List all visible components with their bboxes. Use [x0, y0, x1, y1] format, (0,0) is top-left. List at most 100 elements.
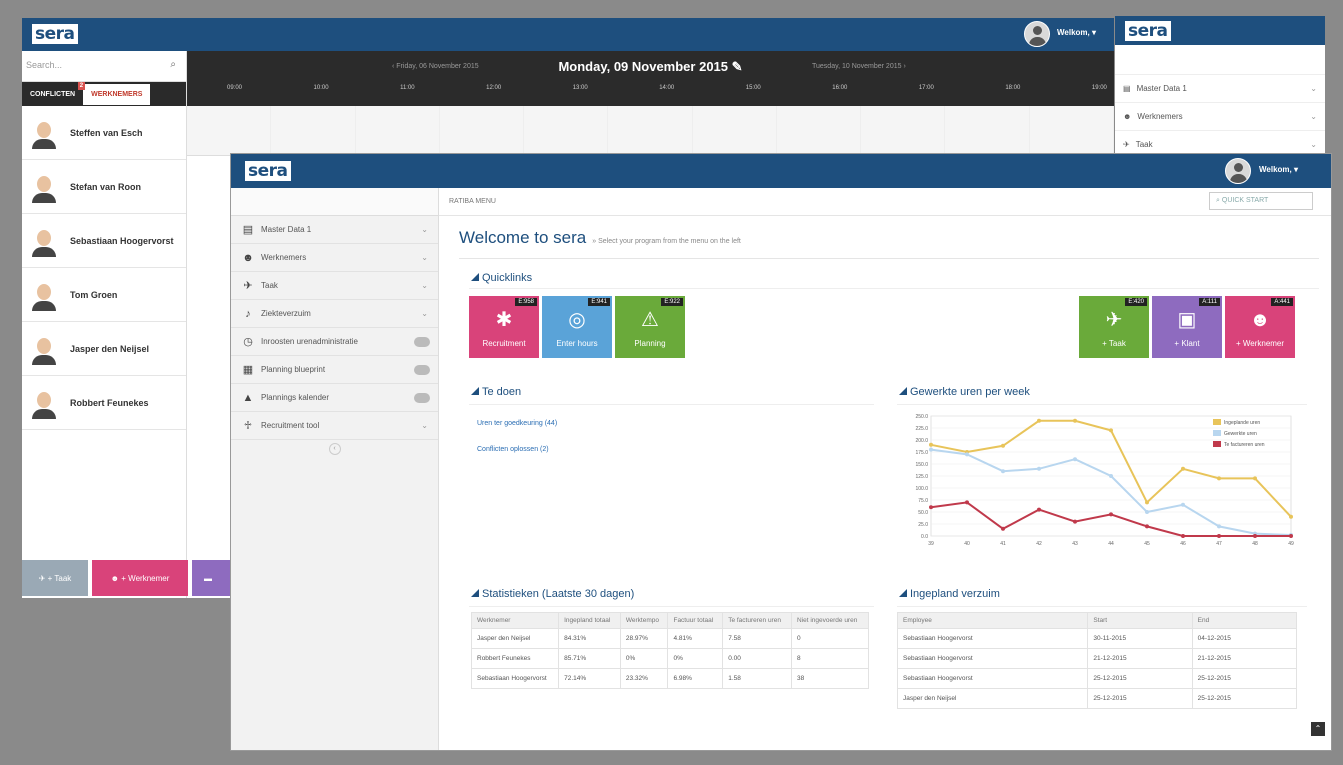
- schedule-cell[interactable]: [439, 106, 525, 155]
- add-taak-button[interactable]: ✈ + Taak: [22, 560, 88, 596]
- chevron-down-icon: ⌄: [1310, 140, 1317, 149]
- search-box[interactable]: Search... ⌕: [22, 51, 186, 82]
- network-icon: ✱: [495, 309, 513, 331]
- nav-item[interactable]: ♱ Recruitment tool ⌄: [231, 412, 438, 440]
- table-row[interactable]: Jasper den Neijsel 84.31% 28.97% 4.81% 7.58 0: [470, 628, 870, 649]
- users-icon: ☻: [110, 573, 120, 583]
- quicklink-tile[interactable]: A:441 ☻ + Werknemer: [1225, 296, 1295, 358]
- quicklink-tile[interactable]: E:941 ◎ Enter hours: [542, 296, 612, 358]
- strip-item-master-data[interactable]: ▤ Master Data 1 ⌄: [1115, 75, 1325, 103]
- schedule-cell[interactable]: [524, 106, 609, 155]
- prev-day-link[interactable]: ‹ Friday, 06 November 2015: [392, 63, 479, 70]
- schedule-cell[interactable]: [1029, 106, 1114, 155]
- legend-label: Ingeplande uren: [1224, 420, 1260, 426]
- avatar[interactable]: [1024, 21, 1050, 47]
- schedule-cell[interactable]: [861, 106, 946, 155]
- sidebar-collapse[interactable]: ‹: [231, 440, 438, 458]
- nav-item[interactable]: ▤ Master Data 1 ⌄: [231, 216, 438, 244]
- data-point: [1289, 514, 1293, 519]
- strip-item-werknemers[interactable]: ☻ Werknemers ⌄: [1115, 103, 1325, 131]
- megaphone-icon: ✈: [243, 280, 253, 292]
- column-header[interactable]: Werktempo: [619, 612, 669, 629]
- employee-row[interactable]: Tom Groen: [22, 268, 186, 322]
- legend-label: Te factureren uren: [1224, 442, 1265, 448]
- schedule-cell[interactable]: [945, 106, 1030, 155]
- schedule-cell[interactable]: [692, 106, 777, 155]
- employee-row[interactable]: Sebastiaan Hoogervorst: [22, 214, 186, 268]
- avatar: [28, 117, 60, 149]
- schedule-cell[interactable]: [608, 106, 693, 155]
- x-tick-label: 44: [1108, 541, 1114, 547]
- strip-topbar: sera: [1115, 16, 1325, 45]
- user-menu[interactable]: Welkom, ▾: [1259, 165, 1298, 174]
- column-header[interactable]: Ingepland totaal: [558, 612, 621, 629]
- employee-row[interactable]: Stefan van Roon: [22, 160, 186, 214]
- quick-start-input[interactable]: ⌕ QUICK START: [1209, 192, 1313, 210]
- column-header[interactable]: Start: [1087, 612, 1193, 629]
- schedule-cell[interactable]: [187, 106, 272, 155]
- nav-item[interactable]: ◷ Inroosten urenadministratie: [231, 328, 438, 356]
- todo-link[interactable]: Uren ter goedkeuring (44): [477, 420, 557, 427]
- toggle-pill[interactable]: [414, 364, 430, 375]
- quicklink-tile[interactable]: E:420 ✈ + Taak: [1079, 296, 1149, 358]
- schedule-cell[interactable]: [355, 106, 440, 155]
- add-klant-button[interactable]: ▬: [192, 560, 232, 596]
- quicklink-tile[interactable]: E:958 ✱ Recruitment: [469, 296, 539, 358]
- employee-row[interactable]: Robbert Feunekes: [22, 376, 186, 430]
- todo-link[interactable]: Conflicten oplossen (2): [477, 446, 557, 453]
- next-day-link[interactable]: Tuesday, 10 November 2015 ›: [812, 63, 906, 70]
- table-row[interactable]: Sebastiaan Hoogervorst 21-12-2015 21-12-20…: [896, 648, 1298, 669]
- employee-row[interactable]: Steffen van Esch: [22, 106, 186, 160]
- hour-label: 12:00: [486, 85, 502, 91]
- quicklink-tile[interactable]: E:922 ⚠ Planning: [615, 296, 685, 358]
- employee-row[interactable]: Jasper den Neijsel: [22, 322, 186, 376]
- y-tick-label: 200.0: [915, 438, 928, 444]
- toggle-pill[interactable]: [414, 392, 430, 403]
- add-taak-label: + Taak: [47, 573, 72, 583]
- data-point: [1217, 524, 1221, 529]
- employee-name: Sebastiaan Hoogervorst: [70, 235, 174, 246]
- avatar[interactable]: [1225, 158, 1251, 184]
- table-row[interactable]: Jasper den Neijsel 25-12-2015 25-12-2015: [896, 688, 1298, 709]
- tile-label: + Werknemer: [1235, 339, 1285, 348]
- table-cell: 0%: [619, 648, 669, 669]
- table-row[interactable]: Sebastiaan Hoogervorst 72.14% 23.32% 6.98% 1…: [470, 668, 870, 689]
- table-row[interactable]: Sebastiaan Hoogervorst 30-11-2015 04-12-20…: [896, 628, 1298, 649]
- warning-icon: ⚠: [641, 309, 659, 331]
- add-werknemer-button[interactable]: ☻ + Werknemer: [92, 560, 188, 596]
- table-row[interactable]: Sebastiaan Hoogervorst 25-12-2015 25-12-20…: [896, 668, 1298, 689]
- schedule-grid[interactable]: [187, 106, 1114, 156]
- tab-conflicten[interactable]: CONFLICTEN 2: [22, 81, 86, 98]
- column-header[interactable]: End: [1191, 612, 1298, 629]
- column-header[interactable]: Employee: [896, 612, 1089, 629]
- scroll-top-button[interactable]: ⌃: [1311, 722, 1325, 736]
- schedule-cell[interactable]: [776, 106, 862, 155]
- column-header[interactable]: Factuur totaal: [667, 612, 724, 629]
- schedule-cell[interactable]: [271, 106, 356, 155]
- pencil-icon[interactable]: ✎: [732, 59, 743, 74]
- search-input[interactable]: Search...: [26, 60, 62, 70]
- y-tick-label: 175.0: [915, 450, 928, 456]
- employee-name: Jasper den Neijsel: [70, 343, 150, 354]
- tab-werknemers[interactable]: WERKNEMERS: [83, 83, 151, 105]
- add-werknemer-label: + Werknemer: [121, 573, 170, 583]
- x-tick-label: 47: [1216, 541, 1222, 547]
- nav-item[interactable]: ▦ Planning blueprint: [231, 356, 438, 384]
- column-header[interactable]: Te factureren uren: [722, 612, 792, 629]
- welcome-subtitle: » Select your program from the menu on t…: [592, 238, 741, 245]
- nav-item[interactable]: ☻ Werknemers ⌄: [231, 244, 438, 272]
- column-header[interactable]: Niet ingevoerde uren: [790, 612, 870, 629]
- nav-item[interactable]: ▲ Plannings kalender: [231, 384, 438, 412]
- table-row[interactable]: Robbert Feunekes 85.71% 0% 0% 0.00 8: [470, 648, 870, 669]
- column-header[interactable]: Werknemer: [470, 612, 560, 629]
- nav-item[interactable]: ♪ Ziekteverzuim ⌄: [231, 300, 438, 328]
- search-icon[interactable]: ⌕: [170, 59, 176, 70]
- user-menu[interactable]: Welkom, ▾: [1057, 28, 1096, 37]
- data-point: [1001, 526, 1005, 531]
- legend-swatch: [1213, 441, 1221, 447]
- quicklink-tile[interactable]: A:111 ▣ + Klant: [1152, 296, 1222, 358]
- hour-labels: 09:00 10:00 11:00 12:00 13:00 14:00 15:00 16:00…: [227, 85, 1107, 91]
- nav-item[interactable]: ✈ Taak ⌄: [231, 272, 438, 300]
- tile-count: A:441: [1271, 298, 1293, 306]
- toggle-pill[interactable]: [414, 336, 430, 347]
